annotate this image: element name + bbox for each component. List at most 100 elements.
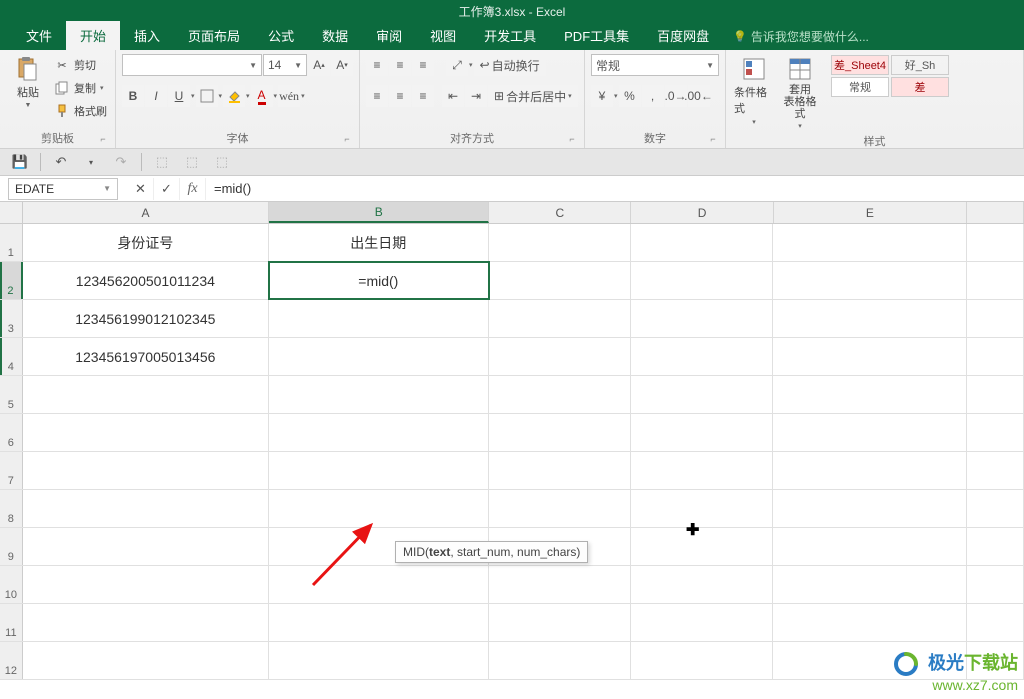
phonetic-button[interactable]: wén	[278, 85, 300, 107]
cancel-formula-icon[interactable]: ✕	[128, 178, 154, 200]
increase-font-icon[interactable]: A▴	[308, 54, 330, 76]
cell-e4[interactable]	[773, 338, 966, 375]
cell-e3[interactable]	[773, 300, 966, 337]
style-chip-bad[interactable]: 差_Sheet4	[831, 55, 889, 75]
cell-d3[interactable]	[631, 300, 773, 337]
tab-layout[interactable]: 页面布局	[174, 21, 254, 50]
tab-pdf[interactable]: PDF工具集	[550, 21, 643, 50]
bold-button[interactable]: B	[122, 85, 144, 107]
decrease-decimal-icon[interactable]: .00←	[688, 85, 710, 107]
row-header-10[interactable]: 10	[0, 566, 23, 603]
col-header-a[interactable]: A	[23, 202, 269, 223]
font-family-combo[interactable]: ▼	[122, 54, 262, 76]
decrease-font-icon[interactable]: A▾	[331, 54, 353, 76]
chevron-down-icon[interactable]: ▼	[103, 184, 111, 193]
col-header-c[interactable]: C	[489, 202, 631, 223]
row-header-11[interactable]: 11	[0, 604, 23, 641]
cell-f3[interactable]	[967, 300, 1024, 337]
cell-c1[interactable]	[489, 224, 631, 261]
fill-color-button[interactable]	[223, 85, 245, 107]
number-launcher-icon[interactable]: ⌐	[707, 134, 719, 146]
cell-d2[interactable]	[631, 262, 773, 299]
tab-home[interactable]: 开始	[66, 21, 120, 50]
row-header-4[interactable]: 4	[0, 338, 23, 375]
style-chip-bad2[interactable]: 差	[891, 77, 949, 97]
merge-center-button[interactable]: ⊞合并后居中▾	[488, 85, 578, 107]
format-painter-button[interactable]: 格式刷	[52, 100, 109, 122]
font-size-combo[interactable]: 14▼	[263, 54, 307, 76]
copy-button[interactable]: 复制▾	[52, 77, 109, 99]
col-header-d[interactable]: D	[631, 202, 773, 223]
row-header-12[interactable]: 12	[0, 642, 23, 679]
indent-increase-icon[interactable]: ⇥	[465, 85, 487, 107]
col-header-f[interactable]	[967, 202, 1024, 223]
col-header-b[interactable]: B	[269, 202, 489, 223]
tell-me[interactable]: 告诉我您想要做什么...	[733, 23, 869, 50]
percent-format-icon[interactable]: %	[619, 85, 641, 107]
row-header-5[interactable]: 5	[0, 376, 23, 413]
align-top-icon[interactable]: ≡	[366, 54, 388, 76]
accept-formula-icon[interactable]: ✓	[154, 178, 180, 200]
accounting-format-icon[interactable]: ¥	[591, 85, 613, 107]
undo-dropdown-icon[interactable]: ▾	[81, 152, 101, 172]
font-color-button[interactable]: A	[251, 85, 273, 107]
cell-a3[interactable]: 123456199012102345	[23, 300, 269, 337]
undo-icon[interactable]: ↶	[51, 152, 71, 172]
qat-btn-2[interactable]: ⬚	[182, 152, 202, 172]
redo-icon[interactable]: ↷	[111, 152, 131, 172]
row-header-3[interactable]: 3	[0, 300, 23, 337]
conditional-format-button[interactable]: 条件格式▾	[732, 54, 776, 128]
tab-review[interactable]: 审阅	[362, 21, 416, 50]
cell-b3[interactable]	[269, 300, 489, 337]
cell-b4[interactable]	[269, 338, 489, 375]
cell-e1[interactable]	[773, 224, 966, 261]
cell-a1[interactable]: 身份证号	[23, 224, 269, 261]
clipboard-launcher-icon[interactable]: ⌐	[97, 134, 109, 146]
qat-btn-3[interactable]: ⬚	[212, 152, 232, 172]
row-header-9[interactable]: 9	[0, 528, 23, 565]
italic-button[interactable]: I	[145, 85, 167, 107]
wrap-text-button[interactable]: ↩自动换行	[474, 54, 546, 76]
cell-b1[interactable]: 出生日期	[269, 224, 489, 261]
cell-f1[interactable]	[967, 224, 1024, 261]
row-header-6[interactable]: 6	[0, 414, 23, 451]
tab-file[interactable]: 文件	[12, 21, 66, 50]
row-header-7[interactable]: 7	[0, 452, 23, 489]
formula-input[interactable]: =mid()	[206, 177, 1024, 201]
align-center-icon[interactable]: ≡	[389, 85, 411, 107]
cell-c4[interactable]	[489, 338, 631, 375]
cell-b2[interactable]: =mid()	[269, 262, 489, 299]
indent-decrease-icon[interactable]: ⇤	[442, 85, 464, 107]
format-as-table-button[interactable]: 套用 表格格式▾	[778, 54, 822, 132]
underline-button[interactable]: U	[168, 85, 190, 107]
name-box[interactable]: EDATE▼	[8, 178, 118, 200]
tab-dev[interactable]: 开发工具	[470, 21, 550, 50]
save-icon[interactable]: 💾	[10, 152, 30, 172]
align-launcher-icon[interactable]: ⌐	[566, 134, 578, 146]
align-bottom-icon[interactable]: ≡	[412, 54, 434, 76]
cell-e2[interactable]	[773, 262, 966, 299]
align-left-icon[interactable]: ≡	[366, 85, 388, 107]
tab-view[interactable]: 视图	[416, 21, 470, 50]
qat-btn-1[interactable]: ⬚	[152, 152, 172, 172]
row-header-1[interactable]: 1	[0, 224, 23, 261]
align-right-icon[interactable]: ≡	[412, 85, 434, 107]
cell-d4[interactable]	[631, 338, 773, 375]
tab-insert[interactable]: 插入	[120, 21, 174, 50]
style-chip-good[interactable]: 好_Sh	[891, 55, 949, 75]
font-launcher-icon[interactable]: ⌐	[341, 134, 353, 146]
orientation-icon[interactable]: ⤢	[446, 54, 468, 76]
style-chip-normal[interactable]: 常规	[831, 77, 889, 97]
cell-f2[interactable]	[967, 262, 1024, 299]
cell-f4[interactable]	[967, 338, 1024, 375]
fx-icon[interactable]: fx	[180, 178, 206, 200]
tab-baidu[interactable]: 百度网盘	[643, 21, 723, 50]
row-header-8[interactable]: 8	[0, 490, 23, 527]
tab-formulas[interactable]: 公式	[254, 21, 308, 50]
select-all-corner[interactable]	[0, 202, 23, 223]
cell-a4[interactable]: 123456197005013456	[23, 338, 269, 375]
cell-c3[interactable]	[489, 300, 631, 337]
tab-data[interactable]: 数据	[308, 21, 362, 50]
row-header-2[interactable]: 2	[0, 262, 23, 299]
border-button[interactable]	[196, 85, 218, 107]
